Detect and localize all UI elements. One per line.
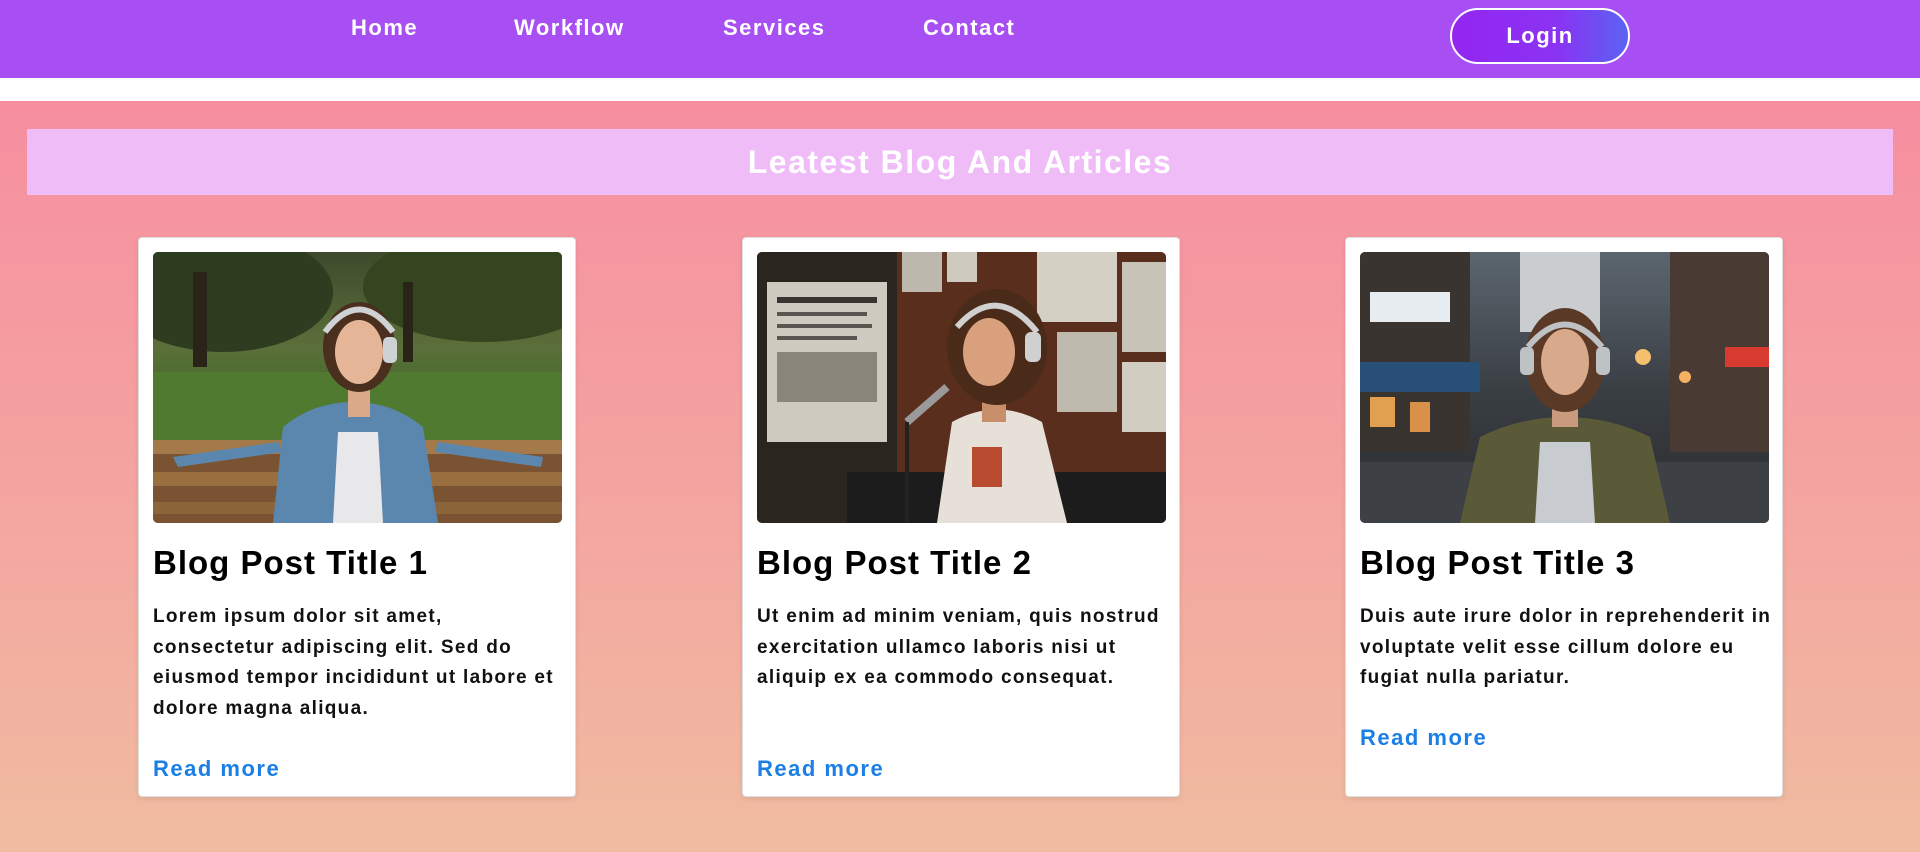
blog-card-1-read-more-link[interactable]: Read more	[153, 756, 280, 782]
blog-card-2-read-more-link[interactable]: Read more	[757, 756, 884, 782]
blog-card-2: Blog Post Title 2 Ut enim ad minim venia…	[742, 237, 1180, 797]
nav-link-home[interactable]: Home	[351, 14, 418, 42]
navbar: Home Workflow Services Contact Login	[0, 0, 1920, 78]
blog-card-2-title: Blog Post Title 2	[757, 544, 1032, 581]
nav-link-workflow[interactable]: Workflow	[514, 14, 625, 42]
nav-link-services[interactable]: Services	[723, 14, 826, 42]
login-button[interactable]: Login	[1450, 8, 1630, 64]
blog-card-1-title: Blog Post Title 1	[153, 544, 428, 581]
blog-card-1: Blog Post Title 1 Lorem ipsum dolor sit …	[138, 237, 576, 797]
blog-card-3-text: Duis aute irure dolor in reprehenderit i…	[1360, 606, 1772, 688]
blog-card-3-image	[1360, 252, 1769, 523]
blog-card-2-text: Ut enim ad minim veniam, quis nostrud ex…	[757, 606, 1160, 688]
blog-heading: Leatest Blog And Articles	[747, 143, 1173, 180]
blog-card-1-text: Lorem ipsum dolor sit amet, consectetur …	[153, 606, 554, 719]
nav-link-contact[interactable]: Contact	[923, 14, 1015, 42]
blog-banner: Leatest Blog And Articles	[27, 129, 1893, 195]
blog-card-1-image	[153, 252, 562, 523]
blog-card-2-image	[757, 252, 1166, 523]
blog-card-3-title: Blog Post Title 3	[1360, 544, 1635, 581]
blog-card-3-read-more-link[interactable]: Read more	[1360, 725, 1487, 751]
blog-card-3: Blog Post Title 3 Duis aute irure dolor …	[1345, 237, 1783, 797]
blog-section: Leatest Blog And Articles Blog Post Titl…	[0, 101, 1920, 852]
